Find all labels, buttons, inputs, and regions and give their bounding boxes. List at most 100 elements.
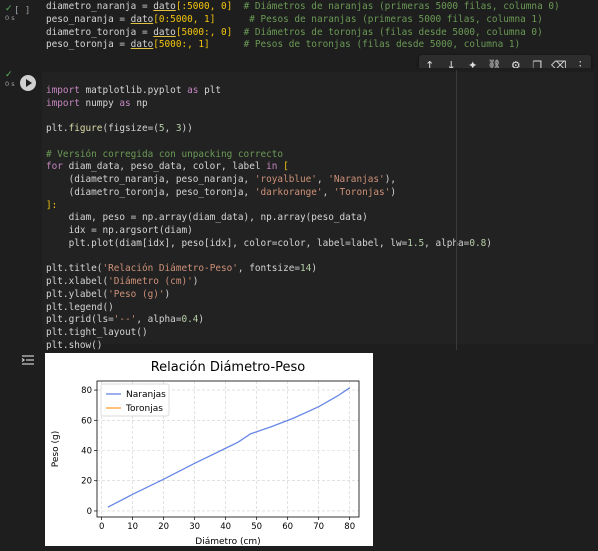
x-axis-label: Diámetro (cm) — [195, 537, 260, 546]
code-cell-2: ✓ 0 s import matplotlib.pyplot as plt imp… — [0, 68, 598, 351]
code-token: = — [113, 39, 131, 51]
code-token: np — [130, 97, 148, 109]
code-comment: # Diámetros de naranjas (primeras 5000 f… — [243, 1, 560, 12]
code-token: figure — [68, 123, 103, 134]
y-tick-label: 20 — [81, 477, 92, 487]
code-token: as — [119, 97, 131, 109]
code-token: 1.5 — [407, 237, 425, 249]
code-token: ) — [198, 314, 205, 326]
x-tick-label: 70 — [313, 522, 324, 532]
y-tick-label: 80 — [81, 386, 92, 396]
code-token: plt — [198, 84, 221, 96]
code-line: peso_toronja = dato[5000:, 1] # Pesos de… — [46, 39, 594, 52]
x-tick-label: 60 — [282, 522, 293, 532]
code-string: 'Naranjas' — [328, 174, 385, 185]
code-string: 'Diámetro (cm)' — [108, 276, 193, 287]
code-token: diam, peso = np.array(diam_data), np.arr… — [46, 212, 368, 224]
code-line: peso_naranja = dato[0:5000, 1] # Pesos d… — [46, 14, 594, 27]
x-tick-label: 30 — [189, 522, 200, 532]
y-tick-label: 0 — [87, 507, 92, 517]
code-token: = — [136, 26, 154, 38]
execution-count: [ ] — [14, 6, 31, 16]
code-token: 0.4 — [181, 314, 199, 326]
code-token: peso_naranja — [46, 13, 114, 25]
code-token: diametro_toronja — [46, 26, 137, 38]
code-token: , alpha= — [424, 237, 470, 249]
code-token: , alpha= — [136, 314, 182, 326]
code-token: ), — [384, 174, 396, 185]
code-editor-1[interactable]: diametro_naranja = dato[:5000, 0] # Diám… — [42, 1, 594, 57]
code-token: plt.xlabel( — [46, 276, 109, 287]
code-token: dato — [130, 13, 154, 25]
code-comment: # Pesos de toronjas (filas desde 5000, c… — [243, 39, 521, 51]
code-token: , — [316, 174, 329, 185]
code-token: plt. — [46, 123, 69, 134]
run-cell-button[interactable] — [20, 75, 36, 91]
x-tick-label: 10 — [127, 522, 138, 532]
code-token: (figsize=( — [102, 123, 159, 134]
y-tick-label: 40 — [81, 447, 92, 457]
cell-1-status[interactable]: ✓ 0 s [ ] — [3, 4, 35, 34]
code-token: dato — [153, 1, 176, 12]
code-token: dato — [153, 26, 176, 38]
code-token: , — [322, 186, 334, 198]
code-token: [ — [277, 161, 289, 173]
code-cell-1: ✓ 0 s [ ] diametro_naranja = dato[:5000,… — [0, 0, 598, 60]
legend-label: Naranjas — [126, 390, 166, 400]
y-axis-label: Peso (g) — [51, 431, 61, 467]
code-token: numpy — [79, 97, 120, 109]
output-options-icon[interactable] — [21, 353, 35, 367]
code-token: matplotlib.pyplot — [79, 84, 188, 96]
code-string: 'darkorange' — [254, 186, 323, 198]
code-token: (diametro_naranja, peso_naranja, — [46, 174, 255, 185]
chart-title: Relación Diámetro-Peso — [151, 360, 306, 375]
code-token: ) — [192, 276, 199, 287]
code-token: ) — [486, 237, 492, 249]
code-token: dato — [130, 39, 154, 51]
check-icon: ✓ — [5, 4, 13, 14]
code-token: peso_toronja — [46, 39, 114, 51]
code-string: '--' — [113, 314, 137, 326]
code-token: = — [113, 13, 131, 25]
code-token: = — [136, 1, 154, 12]
code-token: ) — [164, 288, 171, 300]
code-token: diam_data, peso_data, color, label — [62, 161, 267, 173]
code-token: , — [164, 123, 176, 134]
divider — [456, 70, 457, 350]
code-token: plt.grid(ls= — [46, 314, 114, 326]
x-tick-label: 50 — [251, 522, 262, 532]
code-token: [5000:, 1] — [153, 39, 210, 51]
check-icon: ✓ — [5, 70, 13, 80]
code-token: [:5000, 0] — [175, 1, 233, 12]
code-editor-2[interactable]: import matplotlib.pyplot as plt import nu… — [42, 72, 594, 351]
legend-label: Toronjas — [125, 404, 163, 414]
x-tick-label: 40 — [220, 522, 231, 532]
y-tick-label: 60 — [81, 416, 92, 426]
code-token: (diametro_toronja, peso_toronja, — [46, 186, 255, 198]
code-token: for — [46, 161, 63, 173]
code-string: 'Toronjas' — [333, 186, 391, 198]
code-comment: # Versión corregida con unpacking correc… — [46, 148, 284, 160]
code-token: idx = np.argsort(diam) — [46, 225, 193, 236]
code-token: ) — [311, 263, 317, 275]
code-token: import — [46, 84, 80, 96]
x-tick-label: 80 — [344, 522, 355, 532]
code-token: plt.plot(diam[idx], peso[idx], color=col… — [46, 237, 408, 249]
code-token: [0:5000, 1] — [153, 13, 216, 25]
code-token: as — [187, 84, 199, 96]
code-token: 0.8 — [469, 237, 487, 249]
execution-duration: 0 s — [5, 80, 15, 88]
code-token: ) — [390, 186, 396, 198]
code-string: 'royalblue' — [254, 174, 317, 185]
code-token: import — [46, 97, 80, 109]
code-line: diametro_toronja = dato[5000:, 0] # Diám… — [46, 27, 594, 40]
code-token: )) — [181, 123, 193, 134]
chart-figure: 0 10 20 30 40 50 60 70 80 0 20 40 60 80 Relación Diáme… — [45, 353, 373, 547]
code-comment: # Pesos de naranjas (primeras 5000 filas… — [249, 13, 543, 25]
code-token: 14 — [300, 263, 312, 275]
x-tick-label: 0 — [99, 522, 104, 532]
x-tick-label: 20 — [158, 522, 169, 532]
